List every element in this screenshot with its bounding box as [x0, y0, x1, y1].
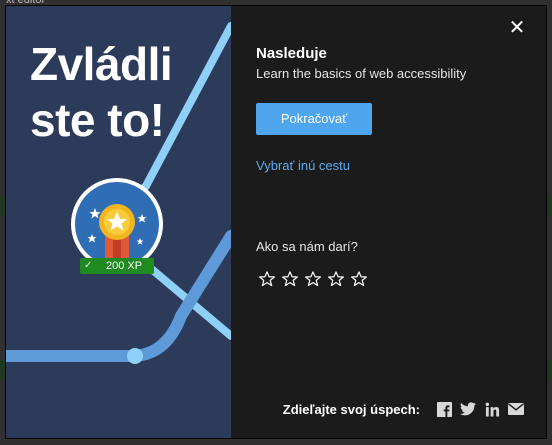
email-icon[interactable] — [508, 401, 524, 417]
rating-label: Ako sa nám darí? — [256, 239, 358, 254]
next-label: Nasleduje — [256, 45, 327, 62]
twitter-icon[interactable] — [460, 401, 476, 417]
xp-badge: ✓ 200 XP — [80, 258, 154, 274]
achievement-badge: ✓ 200 XP — [70, 178, 164, 288]
headline: Zvládli ste to! — [30, 38, 173, 146]
background-highlight — [546, 196, 552, 216]
next-steps-panel: ✕ Nasleduje Learn the basics of web acce… — [231, 6, 546, 438]
xp-label: 200 XP — [105, 260, 143, 272]
choose-other-path-link[interactable]: Vybrať inú cestu — [256, 158, 350, 173]
star-icon-5[interactable] — [350, 270, 368, 288]
star-icon-3[interactable] — [304, 270, 322, 288]
facebook-icon[interactable] — [436, 401, 452, 417]
share-label: Zdieľajte svoj úspech: — [282, 401, 420, 417]
star-icon-1[interactable] — [258, 270, 276, 288]
linkedin-icon[interactable] — [484, 401, 500, 417]
share-bar: Zdieľajte svoj úspech: — [283, 401, 524, 417]
check-icon: ✓ — [84, 260, 93, 271]
next-description: Learn the basics of web accessibility — [256, 66, 467, 81]
celebration-panel: Zvládli ste to! ✓ 200 XP — [6, 6, 231, 438]
continue-button[interactable]: Pokračovať — [256, 103, 372, 135]
star-rating — [258, 270, 368, 288]
background-highlight — [546, 360, 552, 380]
achievement-modal: Zvládli ste to! ✓ 200 XP ✕ Nasleduje Lea… — [6, 6, 546, 438]
close-button[interactable]: ✕ — [508, 18, 526, 38]
star-icon-2[interactable] — [281, 270, 299, 288]
star-icon-4[interactable] — [327, 270, 345, 288]
